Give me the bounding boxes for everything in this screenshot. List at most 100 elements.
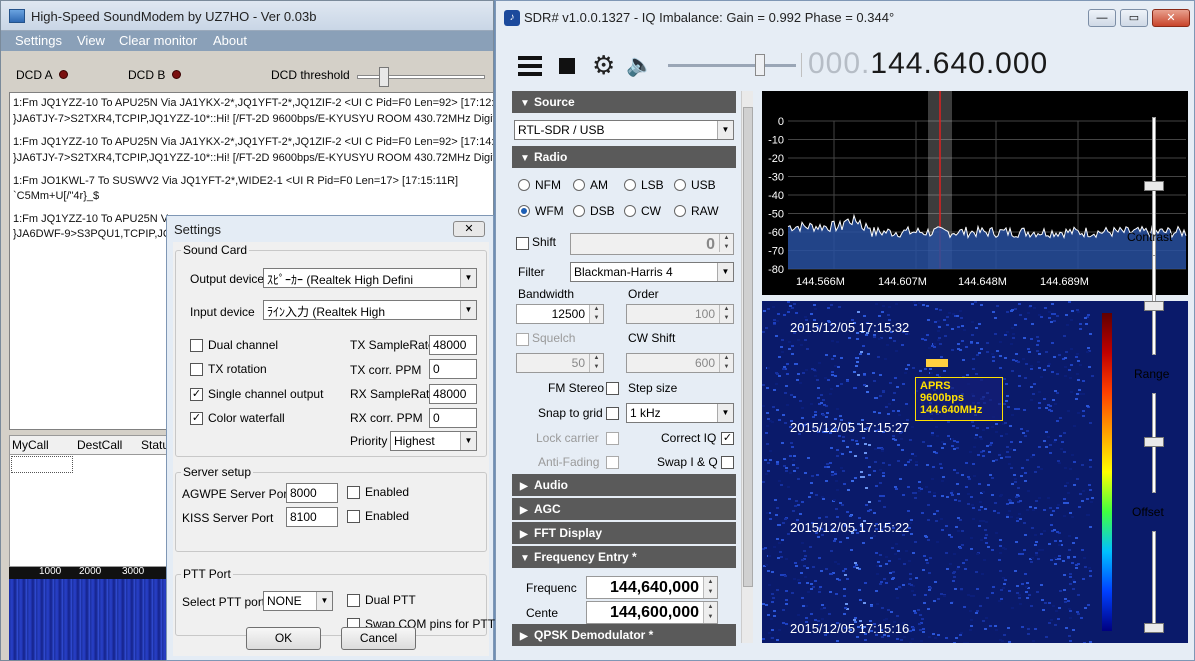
mode-cw-radio[interactable] <box>624 205 636 217</box>
waterfall-pixel <box>986 445 989 447</box>
frequency-spinner[interactable]: 144,640,000 ▲ ▼ <box>586 576 718 599</box>
mode-dsb-radio[interactable] <box>573 205 585 217</box>
agwpe-enabled-checkbox[interactable] <box>347 486 360 499</box>
zoom-slider-track[interactable] <box>1152 117 1156 267</box>
shift-checkbox[interactable] <box>516 237 529 250</box>
frequency-entry-panel-header[interactable]: ▼ Frequency Entry * <box>512 546 736 568</box>
rx-corr-input[interactable]: 0 <box>429 408 477 428</box>
snap-to-grid-checkbox[interactable] <box>606 407 619 420</box>
contrast-slider-thumb[interactable] <box>1144 301 1164 311</box>
lock-carrier-checkbox[interactable] <box>606 432 619 445</box>
dual-channel-checkbox[interactable] <box>190 339 203 352</box>
kiss-enabled-checkbox[interactable] <box>347 510 360 523</box>
vfo-frequency-display[interactable]: 000.144.640.000 <box>808 47 1048 81</box>
minimize-icon[interactable]: — <box>1088 9 1116 27</box>
spectrum-analyzer[interactable]: 0 -10 -20 -30 -40 -50 -60 -70 -80 144.566M 144.607… <box>762 91 1188 295</box>
output-device-select[interactable]: ｽﾋﾟｰｶｰ (Realtek High Defini ▼ <box>263 268 477 288</box>
agwpe-port-input[interactable]: 8000 <box>286 483 338 503</box>
table-row[interactable] <box>11 456 73 473</box>
tx-corr-input[interactable]: 0 <box>429 359 477 379</box>
zoom-slider-thumb[interactable] <box>1144 181 1164 191</box>
anti-fading-checkbox[interactable] <box>606 456 619 469</box>
center-spinner[interactable]: 144,600,000 ▲ ▼ <box>586 601 718 624</box>
stop-icon[interactable] <box>559 58 575 74</box>
bandwidth-spinner[interactable]: 12500 ▲ ▼ <box>516 304 604 324</box>
close-icon[interactable]: ✕ <box>1152 9 1190 27</box>
menu-icon[interactable] <box>518 56 542 76</box>
dcd-threshold-track[interactable] <box>357 75 485 79</box>
volume-thumb[interactable] <box>755 54 765 76</box>
tx-samplerate-input[interactable]: 48000 <box>429 335 477 355</box>
radio-panel-header[interactable]: ▼ Radio <box>512 146 736 168</box>
waterfall-pixel <box>1015 541 1018 543</box>
waterfall-pixel <box>992 311 995 313</box>
column-status[interactable]: Statu <box>141 438 169 452</box>
mode-raw-radio[interactable] <box>674 205 686 217</box>
menu-settings[interactable]: Settings <box>15 33 62 48</box>
mode-am-radio[interactable] <box>573 179 585 191</box>
column-destcall[interactable]: DestCall <box>77 438 122 452</box>
dcd-threshold-thumb[interactable] <box>379 67 389 87</box>
mode-usb-radio[interactable] <box>674 179 686 191</box>
audio-panel-header[interactable]: ▶ Audio <box>512 474 736 496</box>
order-spinner[interactable]: 100 ▲ ▼ <box>626 304 734 324</box>
priority-select[interactable]: Highest ▼ <box>390 431 477 451</box>
volume-track[interactable] <box>668 64 796 67</box>
color-waterfall-checkbox[interactable]: ✓ <box>190 412 203 425</box>
source-panel-header[interactable]: ▼ Source <box>512 91 736 113</box>
sdr-titlebar[interactable]: ♪ SDR# v1.0.0.1327 - IQ Imbalance: Gain … <box>496 1 1194 35</box>
mode-nfm-radio[interactable] <box>518 179 530 191</box>
waterfall-pixel <box>825 516 828 518</box>
squelch-checkbox[interactable] <box>516 333 529 346</box>
scrollbar-thumb[interactable] <box>743 107 753 587</box>
ptt-port-select[interactable]: NONE ▼ <box>263 591 333 611</box>
tx-rotation-checkbox[interactable] <box>190 363 203 376</box>
kiss-port-input[interactable]: 8100 <box>286 507 338 527</box>
waterfall-pixel <box>1024 480 1027 482</box>
mode-wfm-radio[interactable] <box>518 205 530 217</box>
soundmodem-titlebar[interactable]: High-Speed SoundModem by UZ7HO - Ver 0.0… <box>1 1 493 31</box>
qpsk-panel-header[interactable]: ▶ QPSK Demodulator * <box>512 624 736 646</box>
mode-lsb-radio[interactable] <box>624 179 636 191</box>
dual-ptt-checkbox[interactable] <box>347 594 360 607</box>
mode-am-label: AM <box>590 178 608 192</box>
single-channel-output-checkbox[interactable]: ✓ <box>190 388 203 401</box>
correct-iq-checkbox[interactable]: ✓ <box>721 432 734 445</box>
fft-display-panel-header[interactable]: ▶ FFT Display <box>512 522 736 544</box>
waterfall-plot <box>762 301 1094 643</box>
waterfall-pixel <box>933 451 936 453</box>
waterfall-pixel <box>1079 493 1082 495</box>
waterfall-display[interactable]: 2015/12/05 17:15:32 2015/12/05 17:15:27 … <box>762 301 1188 643</box>
gear-icon[interactable]: ⚙ <box>592 52 615 78</box>
speaker-icon[interactable]: 🔈 <box>626 53 653 77</box>
menu-clear-monitor[interactable]: Clear monitor <box>119 33 197 48</box>
side-panel-scrollbar[interactable] <box>741 91 753 643</box>
squelch-spinner[interactable]: 50 ▲ ▼ <box>516 353 604 373</box>
range-slider-thumb[interactable] <box>1144 437 1164 447</box>
waterfall-pixel <box>1034 507 1037 509</box>
cw-shift-spinner[interactable]: 600 ▲ ▼ <box>626 353 734 373</box>
input-device-select[interactable]: ﾗｲﾝ入力 (Realtek High ▼ <box>263 300 477 320</box>
swap-iq-checkbox[interactable] <box>721 456 734 469</box>
rx-samplerate-input[interactable]: 48000 <box>429 384 477 404</box>
menu-view[interactable]: View <box>77 33 105 48</box>
maximize-icon[interactable]: ▭ <box>1120 9 1148 27</box>
column-mycall[interactable]: MyCall <box>12 438 49 452</box>
close-icon[interactable]: ✕ <box>453 221 485 237</box>
offset-slider-thumb[interactable] <box>1144 623 1164 633</box>
ok-button[interactable]: OK <box>246 627 321 650</box>
filter-select[interactable]: Blackman-Harris 4 ▼ <box>570 262 734 282</box>
agc-panel-header[interactable]: ▶ AGC <box>512 498 736 520</box>
menu-about[interactable]: About <box>213 33 247 48</box>
waterfall-pixel <box>873 380 876 382</box>
source-select[interactable]: RTL-SDR / USB ▼ <box>514 120 734 140</box>
shift-spinner[interactable]: 0 ▲ ▼ <box>570 233 734 255</box>
waterfall-pixel <box>785 603 788 605</box>
waterfall-pixel <box>1037 340 1040 342</box>
step-size-select[interactable]: 1 kHz ▼ <box>626 403 734 423</box>
cancel-button[interactable]: Cancel <box>341 627 416 650</box>
waterfall-pixel <box>998 600 1001 602</box>
fm-stereo-checkbox[interactable] <box>606 382 619 395</box>
calls-list[interactable] <box>9 455 169 567</box>
offset-slider-track[interactable] <box>1152 531 1156 631</box>
